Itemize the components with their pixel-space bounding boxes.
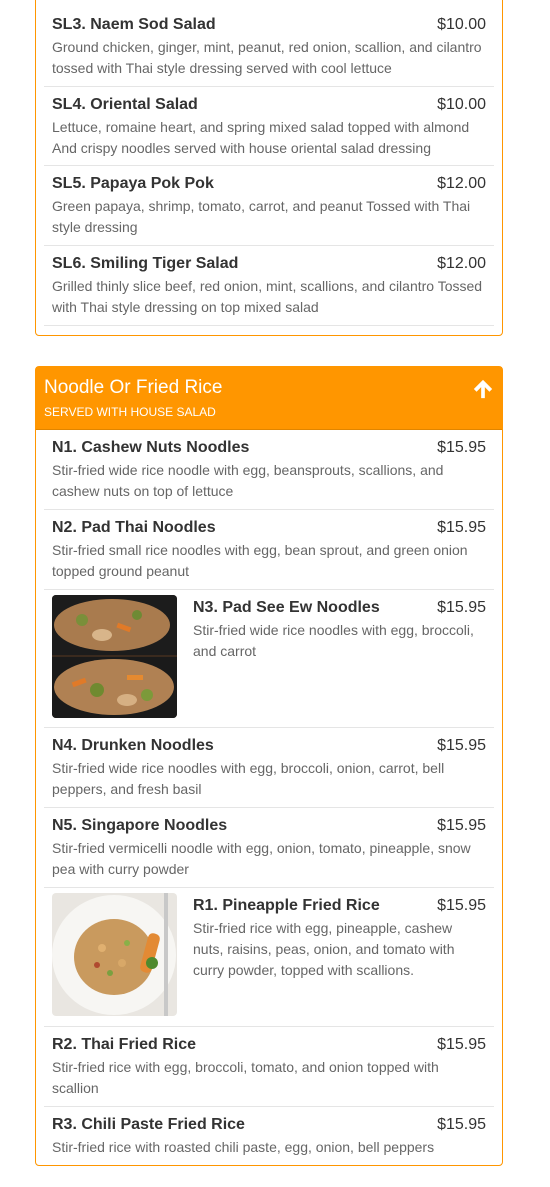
- item-price: $15.95: [437, 1036, 486, 1053]
- noodle-item-list: N1. Cashew Nuts Noodles $15.95 Stir-fried…: [44, 430, 494, 1187]
- item-name: N1. Cashew Nuts Noodles: [52, 439, 250, 456]
- item-price: $15.95: [437, 439, 486, 456]
- section-subtitle: SERVED WITH HOUSE SALAD: [44, 405, 216, 419]
- item-price: $15.95: [437, 599, 486, 616]
- item-price: $15.95: [437, 519, 486, 536]
- item-description: Stir-fried wide rice noodles with egg, b…: [52, 760, 445, 797]
- menu-item[interactable]: N4. Drunken Noodles $15.95 Stir-fried wid…: [44, 728, 494, 808]
- pad-see-ew-photo: [52, 595, 177, 718]
- item-name: N5. Singapore Noodles: [52, 817, 228, 834]
- menu-item[interactable]: N1. Cashew Nuts Noodles $15.95 Stir-fried…: [44, 430, 494, 510]
- section-title: Noodle Or Fried Rice: [44, 377, 223, 398]
- item-name: N2. Pad Thai Noodles: [52, 519, 216, 536]
- item-price: $12.00: [437, 255, 486, 272]
- menu-item[interactable]: SL5. Papaya Pok Pok $12.00 Green papaya, …: [44, 166, 494, 246]
- menu-item[interactable]: N3. Pad See Ew Noodles $15.95 Stir-fried …: [44, 590, 494, 728]
- item-description: Stir-fried rice with roasted chili paste…: [52, 1139, 435, 1155]
- menu-item[interactable]: SL4. Oriental Salad $10.00 Lettuce, romai…: [44, 87, 494, 166]
- item-name: R1. Pineapple Fried Rice: [193, 897, 380, 914]
- item-description: Stir-fried rice with egg, pineapple, cas…: [193, 920, 455, 978]
- salad-menu-card: SL3. Naem Sod Salad $10.00 Ground chicken…: [35, 0, 503, 336]
- item-price: $15.95: [437, 817, 486, 834]
- item-description: Grilled thinly slice beef, red onion, mi…: [52, 278, 483, 315]
- item-description: Stir-fried wide rice noodles with egg, b…: [193, 622, 474, 659]
- item-description: Stir-fried rice with egg, broccoli, toma…: [52, 1059, 439, 1096]
- item-price: $15.95: [437, 1116, 486, 1133]
- item-name: SL3. Naem Sod Salad: [52, 16, 216, 33]
- item-price: $15.95: [437, 737, 486, 754]
- menu-item[interactable]: N5. Singapore Noodles $15.95 Stir-fried v…: [44, 808, 494, 888]
- menu-item[interactable]: R2. Thai Fried Rice $15.95 Stir-fried ric…: [44, 1027, 494, 1107]
- menu-item[interactable]: R1. Pineapple Fried Rice $15.95 Stir-frie…: [44, 888, 494, 1027]
- item-name: N4. Drunken Noodles: [52, 737, 214, 754]
- item-name: SL5. Papaya Pok Pok: [52, 175, 214, 192]
- item-price: $12.00: [437, 175, 486, 192]
- item-description: Ground chicken, ginger, mint, peanut, re…: [52, 39, 482, 76]
- item-price: $10.00: [437, 96, 486, 113]
- item-name: SL6. Smiling Tiger Salad: [52, 255, 239, 272]
- item-description: Green papaya, shrimp, tomato, carrot, an…: [52, 198, 471, 235]
- noodle-menu-card: Noodle Or Fried Rice SERVED WITH HOUSE S…: [35, 366, 503, 1166]
- item-description: Lettuce, romaine heart, and spring mixed…: [52, 119, 470, 156]
- menu-item[interactable]: SL3. Naem Sod Salad $10.00 Ground chicken…: [44, 7, 494, 87]
- menu-item[interactable]: R3. Chili Paste Fried Rice $15.95 Stir-fr…: [44, 1107, 494, 1187]
- item-price: $15.95: [437, 897, 486, 914]
- item-name: R2. Thai Fried Rice: [52, 1036, 197, 1053]
- item-description: Stir-fried wide rice noodle with egg, be…: [52, 462, 444, 499]
- menu-item[interactable]: SL6. Smiling Tiger Salad $12.00 Grilled t…: [44, 246, 494, 326]
- item-description: Stir-fried vermicelli noodle with egg, o…: [52, 840, 471, 877]
- salad-item-list: SL3. Naem Sod Salad $10.00 Ground chicken…: [44, 7, 494, 326]
- menu-item[interactable]: N2. Pad Thai Noodles $15.95 Stir-fried sm…: [44, 510, 494, 590]
- item-description: Stir-fried small rice noodles with egg, …: [52, 542, 468, 579]
- item-name: SL4. Oriental Salad: [52, 96, 198, 113]
- item-name: R3. Chili Paste Fried Rice: [52, 1116, 245, 1133]
- item-price: $10.00: [437, 16, 486, 33]
- section-header: Noodle Or Fried Rice SERVED WITH HOUSE S…: [36, 367, 502, 430]
- pineapple-fried-rice-photo: [52, 893, 177, 1016]
- item-name: N3. Pad See Ew Noodles: [193, 599, 380, 616]
- arrow-up-icon[interactable]: [472, 378, 494, 400]
